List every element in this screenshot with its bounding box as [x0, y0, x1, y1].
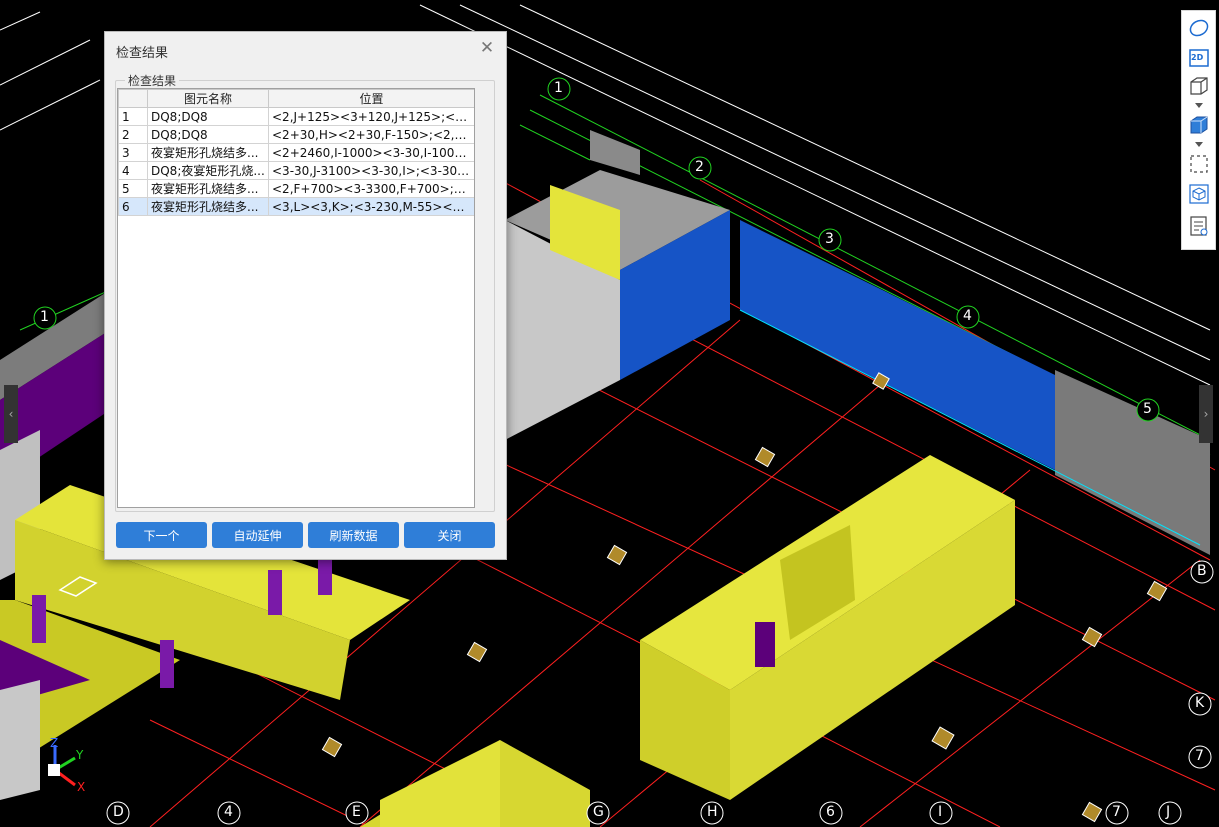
row-element-name: 夜宴矩形孔烧结多...	[147, 197, 269, 216]
cube-solid-icon[interactable]	[1188, 114, 1210, 136]
row-position: <2+30,H><2+30,F-150>;<2,H+...	[268, 125, 474, 144]
table-row[interactable]: 3 夜宴矩形孔烧结多... <2+2460,I-1000><3-30,I-100…	[118, 143, 474, 162]
row-index: 4	[118, 161, 148, 180]
orbit-icon[interactable]	[1188, 17, 1210, 39]
row-element-name: 夜宴矩形孔烧结多...	[147, 143, 269, 162]
column-header-index	[118, 89, 148, 108]
selection-box-icon[interactable]	[1188, 153, 1210, 175]
row-element-name: DQ8;DQ8	[147, 125, 269, 144]
close-button[interactable]: 关闭	[404, 522, 495, 548]
view-3d-icon[interactable]	[1188, 75, 1210, 97]
row-element-name: DQ8;DQ8	[147, 107, 269, 126]
table-row[interactable]: 5 夜宴矩形孔烧结多... <2,F+700><3-3300,F+700>;<2…	[118, 179, 474, 198]
chevron-down-icon[interactable]	[1195, 142, 1203, 147]
result-table[interactable]: 图元名称 位置 1 DQ8;DQ8 <2,J+125><3+120,J+125>…	[117, 88, 475, 508]
chevron-down-icon[interactable]	[1195, 103, 1203, 108]
row-index: 1	[118, 107, 148, 126]
table-row[interactable]: 1 DQ8;DQ8 <2,J+125><3+120,J+125>;<3-3...	[118, 107, 474, 126]
row-element-name: 夜宴矩形孔烧结多...	[147, 179, 269, 198]
view-toolbar: 2D	[1181, 10, 1216, 250]
table-row[interactable]: 4 DQ8;夜宴矩形孔烧... <3-30,J-3100><3-30,I>;<3…	[118, 161, 474, 180]
properties-list-icon[interactable]	[1188, 215, 1210, 237]
auto-extend-button[interactable]: 自动延伸	[212, 522, 303, 548]
view-2d-label: 2D	[1191, 53, 1204, 62]
dialog-title: 检查结果	[116, 46, 169, 61]
check-result-dialog: 检查结果 ✕ 检查结果 图元名称 位置 1 DQ8;DQ8 <2,J+125><…	[104, 31, 507, 560]
close-icon[interactable]: ✕	[477, 38, 497, 58]
row-index: 2	[118, 125, 148, 144]
row-position: <2,F+700><3-3300,F+700>;<2,...	[268, 179, 474, 198]
isometric-view-icon[interactable]	[1188, 183, 1210, 205]
row-position: <3,L><3,K>;<3-230,M-55><5,...	[268, 197, 474, 216]
group-title: 检查结果	[125, 72, 180, 89]
column-header-name[interactable]: 图元名称	[147, 89, 269, 108]
next-button[interactable]: 下一个	[116, 522, 207, 548]
row-index: 3	[118, 143, 148, 162]
row-element-name: DQ8;夜宴矩形孔烧...	[147, 161, 269, 180]
row-index: 5	[118, 179, 148, 198]
row-position: <2,J+125><3+120,J+125>;<3-3...	[268, 107, 474, 126]
row-position: <3-30,J-3100><3-30,I>;<3-30,I-...	[268, 161, 474, 180]
column-header-position[interactable]: 位置	[268, 89, 474, 108]
table-row[interactable]: 2 DQ8;DQ8 <2+30,H><2+30,F-150>;<2,H+...	[118, 125, 474, 144]
table-row-selected[interactable]: 6 夜宴矩形孔烧结多... <3,L><3,K>;<3-230,M-55><5,…	[118, 197, 474, 216]
right-panel-handle[interactable]: ›	[1199, 385, 1213, 443]
row-position: <2+2460,I-1000><3-30,I-1000>...	[268, 143, 474, 162]
refresh-data-button[interactable]: 刷新数据	[308, 522, 399, 548]
view-2d-icon[interactable]: 2D	[1188, 47, 1210, 69]
table-header-row: 图元名称 位置	[118, 89, 474, 108]
row-index: 6	[118, 197, 148, 216]
left-panel-handle[interactable]: ‹	[4, 385, 18, 443]
